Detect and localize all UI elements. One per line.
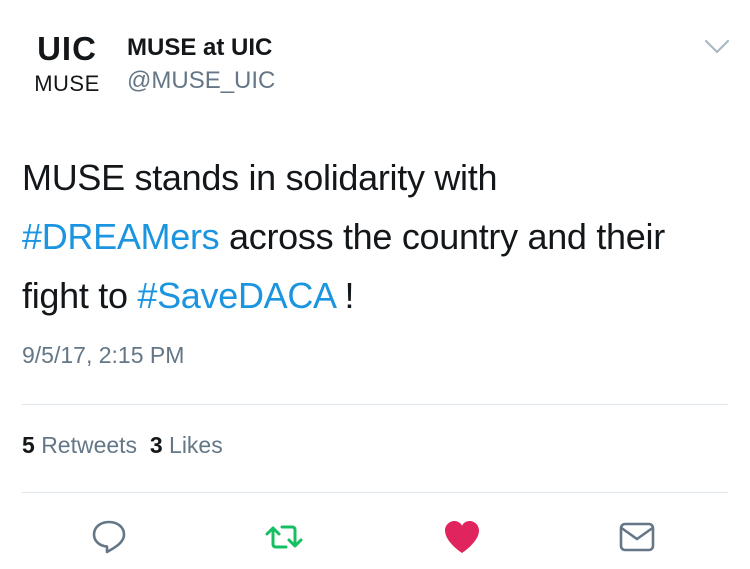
- hashtag-savedaca[interactable]: #SaveDACA: [137, 275, 335, 316]
- avatar[interactable]: UIC MUSE: [22, 30, 112, 102]
- user-handle[interactable]: @MUSE_UIC: [127, 67, 275, 95]
- action-bar: [0, 505, 750, 569]
- likes-stat[interactable]: 3 Likes: [150, 432, 223, 458]
- retweets-count: 5: [22, 432, 35, 458]
- retweets-stat[interactable]: 5 Retweets: [22, 432, 137, 458]
- envelope-icon[interactable]: [617, 517, 657, 557]
- tweet-text-part: MUSE stands in solidarity with: [22, 157, 498, 198]
- chevron-down-icon[interactable]: [704, 38, 730, 56]
- likes-label: Likes: [169, 432, 223, 458]
- reply-icon[interactable]: [89, 517, 129, 557]
- tweet-stats: 5 Retweets 3 Likes: [22, 432, 223, 459]
- heart-icon[interactable]: [442, 517, 482, 557]
- display-name[interactable]: MUSE at UIC: [127, 34, 272, 62]
- retweet-icon[interactable]: [264, 517, 304, 557]
- tweet-timestamp: 9/5/17, 2:15 PM: [22, 342, 185, 368]
- avatar-logo-muse: MUSE: [34, 71, 100, 96]
- tweet-header: UIC MUSE MUSE at UIC @MUSE_UIC: [0, 0, 750, 110]
- hashtag-dreamers[interactable]: #DREAMers: [22, 216, 220, 257]
- retweets-label: Retweets: [41, 432, 138, 458]
- likes-count: 3: [149, 432, 163, 458]
- tweet-text-part: !: [334, 275, 355, 316]
- avatar-logo-uic: UIC: [37, 30, 97, 67]
- divider: [22, 492, 728, 493]
- divider: [22, 404, 728, 405]
- tweet-text: MUSE stands in solidarity with #DREAMers …: [22, 148, 722, 325]
